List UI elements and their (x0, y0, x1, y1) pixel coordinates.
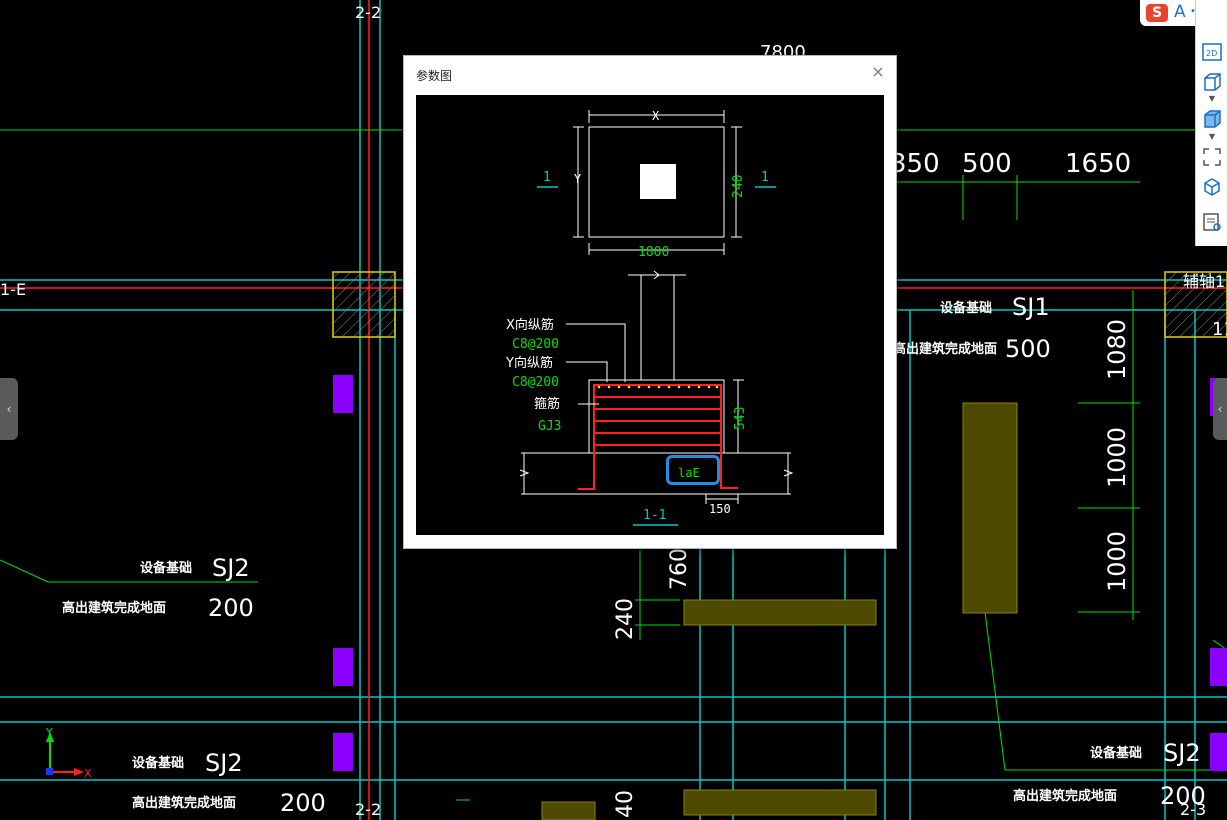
cover-dim: 150 (709, 502, 731, 516)
chevron-down-icon-2[interactable]: ▼ (1200, 130, 1224, 142)
plan-view: X 1800 Y 240 1 1 (537, 109, 776, 260)
lae-highlight-box (666, 455, 720, 485)
y-bar-value: C8@200 (512, 375, 559, 390)
axis-label-2-2-top: 2-2 (355, 3, 381, 22)
dialog-title: 参数图 (416, 69, 453, 83)
left-panel-toggle[interactable]: ‹ (0, 378, 18, 440)
parameter-diagram-canvas: X 1800 Y 240 1 1 X向纵筋 C8@200 Y向纵筋 C8@200… (416, 95, 884, 535)
view-3d-solid-icon[interactable] (1200, 107, 1224, 131)
axis-label-2-2-bottom: 2-2 (355, 800, 381, 819)
label-sj2a-sub: 高出建筑完成地面 (62, 600, 166, 616)
view-2d-icon[interactable]: 2D (1200, 40, 1224, 64)
dim-500: 500 (962, 149, 1012, 179)
ime-indicator[interactable]: S A •, (1140, 0, 1202, 26)
close-icon[interactable]: × (870, 64, 886, 80)
dim-1080: 1080 (1103, 319, 1131, 380)
ucs-icon: Y X (45, 726, 92, 780)
x-bar-label: X向纵筋 (506, 317, 554, 333)
plan-height-dim: 240 (731, 175, 746, 198)
ime-mode: A (1174, 2, 1186, 22)
section-marker-left: 1 (543, 170, 551, 185)
label-sj2a-title: 设备基础 (140, 560, 192, 576)
stirrup-value: GJ3 (538, 419, 561, 434)
svg-text:2D: 2D (1206, 49, 1217, 58)
view-toolbar: 2D ▼ ▼ (1195, 0, 1227, 246)
label-sj1-sub: 高出建筑完成地面 (893, 341, 997, 357)
parameter-diagram-dialog: 参数图 × X 1800 Y 240 1 1 X向纵筋 C8@200 Y向纵筋 … (403, 55, 897, 549)
dim-760: 760 (667, 548, 692, 590)
cube-icon[interactable] (1200, 175, 1224, 199)
view-3d-wire-icon[interactable] (1200, 70, 1224, 94)
section-height-dim: 543 (733, 407, 748, 430)
column-hatch-left (332, 271, 396, 338)
dim-1000-b: 1000 (1103, 531, 1131, 592)
svg-text:Y: Y (45, 726, 53, 739)
dim-240: 240 (613, 598, 638, 640)
ime-logo-icon: S (1146, 4, 1168, 22)
label-sj2c-code: SJ2 (1163, 739, 1201, 767)
label-sj1-title: 设备基础 (940, 300, 992, 316)
fullscreen-icon[interactable] (1200, 145, 1224, 169)
label-sj2c-val: 200 (1160, 782, 1206, 810)
plan-y-label: Y (574, 172, 582, 186)
label-sj2b-sub: 高出建筑完成地面 (132, 795, 236, 811)
chevron-down-icon[interactable]: ▼ (1200, 92, 1224, 104)
x-bar-value: C8@200 (512, 337, 559, 352)
right-panel-toggle[interactable]: ‹ (1213, 378, 1227, 440)
label-sj2b-title: 设备基础 (132, 755, 184, 771)
y-bar-label: Y向纵筋 (505, 355, 553, 371)
stirrup-label: 箍筋 (534, 396, 560, 412)
plan-width-dim: 1800 (638, 245, 669, 260)
report-view-icon[interactable] (1200, 210, 1224, 234)
axis-label-1-e: 1-E (0, 280, 26, 299)
axis-label-aux-1: 辅轴1 (1183, 272, 1225, 291)
label-sj1-val: 500 (1005, 335, 1051, 363)
label-sj2b-code: SJ2 (205, 749, 243, 777)
plan-x-label: X (652, 109, 660, 123)
label-sj2a-code: SJ2 (212, 554, 250, 582)
label-sj2a-val: 200 (208, 594, 254, 622)
svg-text:X: X (84, 767, 92, 780)
section-view: X向纵筋 C8@200 Y向纵筋 C8@200 箍筋 GJ3 543 laE 1… (505, 270, 794, 526)
label-sj2c-title: 设备基础 (1090, 745, 1142, 761)
axis-label-aux-num: 11 (1212, 319, 1227, 340)
section-marker-right: 1 (761, 170, 769, 185)
dim-1650: 1650 (1065, 149, 1131, 179)
label-sj1-code: SJ1 (1012, 293, 1050, 321)
label-sj2c-sub: 高出建筑完成地面 (1013, 788, 1117, 804)
section-name: 1-1 (643, 508, 666, 523)
dim-1000-a: 1000 (1103, 427, 1131, 488)
dim-40: 40 (613, 790, 638, 818)
label-sj2b-val: 200 (280, 789, 326, 817)
dim-350: 350 (890, 149, 940, 179)
